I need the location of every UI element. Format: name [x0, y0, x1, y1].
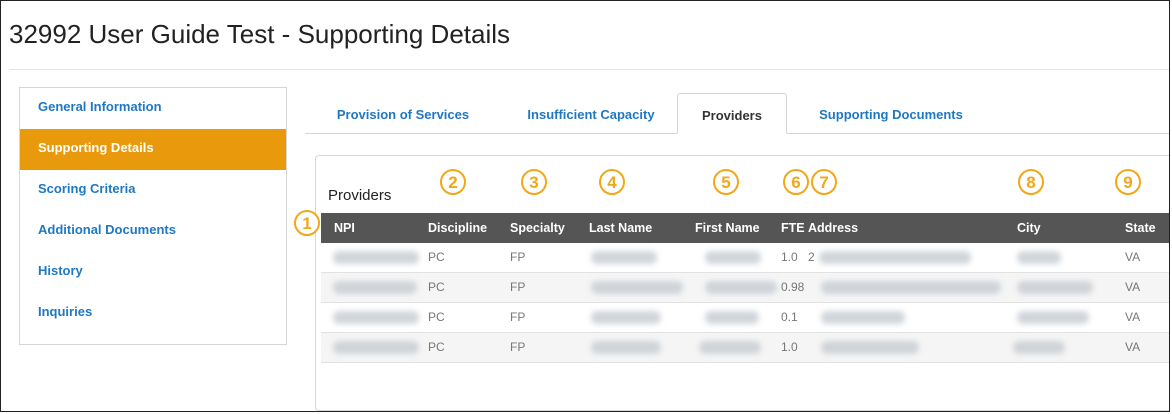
sidebar-item-additional-documents[interactable]: Additional Documents: [20, 211, 286, 252]
sidebar-item-general-information[interactable]: General Information: [20, 88, 286, 129]
callout-1: 1: [294, 210, 320, 236]
redacted-npi: [333, 311, 419, 324]
redacted-city: [1013, 341, 1065, 354]
guide-screenshot: 32992 User Guide Test - Supporting Detai…: [0, 0, 1170, 412]
column-header-fte[interactable]: FTE: [781, 213, 805, 243]
callout-7: 7: [811, 169, 837, 195]
tab-supporting-documents[interactable]: Supporting Documents: [797, 93, 985, 133]
callout-6: 6: [783, 169, 809, 195]
sidebar-item-history[interactable]: History: [20, 252, 286, 293]
cell-fte: 0.1: [781, 310, 798, 324]
table-row[interactable]: PC FP 0.98 VA: [321, 273, 1169, 303]
cell-discipline: PC: [428, 250, 445, 264]
redacted-address: [821, 311, 905, 324]
providers-table: NPI Discipline Specialty Last Name First…: [321, 213, 1169, 363]
tab-provision-of-services[interactable]: Provision of Services: [315, 93, 491, 133]
table-row[interactable]: PC FP 1.0 2 VA: [321, 243, 1169, 273]
cell-specialty: FP: [510, 280, 526, 294]
redacted-npi: [333, 281, 417, 294]
cell-discipline: PC: [428, 340, 445, 354]
callout-9: 9: [1115, 169, 1141, 195]
sidebar-item-supporting-details[interactable]: Supporting Details: [20, 129, 286, 170]
cell-fte: 1.0: [781, 340, 798, 354]
redacted-address: [821, 341, 919, 354]
tab-bar: Provision of Services Insufficient Capac…: [305, 93, 1169, 134]
redacted-city: [1017, 251, 1061, 264]
column-header-address[interactable]: Address: [808, 213, 858, 243]
cell-state: VA: [1125, 280, 1141, 294]
column-header-specialty[interactable]: Specialty: [510, 213, 565, 243]
redacted-first-name: [705, 311, 759, 324]
redacted-last-name: [591, 311, 661, 324]
cell-address-prefix: 2: [808, 250, 815, 264]
redacted-first-name: [705, 251, 761, 264]
providers-heading: Providers: [328, 187, 392, 204]
table-row[interactable]: PC FP 1.0 VA: [321, 333, 1169, 363]
redacted-first-name: [699, 341, 761, 354]
callout-8: 8: [1018, 169, 1044, 195]
tab-insufficient-capacity[interactable]: Insufficient Capacity: [511, 93, 671, 133]
page-title: 32992 User Guide Test - Supporting Detai…: [9, 19, 511, 49]
redacted-last-name: [591, 251, 657, 264]
column-header-city[interactable]: City: [1017, 213, 1041, 243]
cell-state: VA: [1125, 340, 1141, 354]
cell-discipline: PC: [428, 310, 445, 324]
sidebar-item-scoring-criteria[interactable]: Scoring Criteria: [20, 170, 286, 211]
title-divider: [9, 69, 1169, 70]
column-header-state[interactable]: State: [1125, 213, 1156, 243]
redacted-city: [1017, 311, 1089, 324]
callout-4: 4: [599, 169, 625, 195]
sidebar-nav: General Information Supporting Details S…: [19, 87, 287, 345]
callout-3: 3: [521, 169, 547, 195]
column-header-discipline[interactable]: Discipline: [428, 213, 487, 243]
column-header-first-name[interactable]: First Name: [695, 213, 760, 243]
cell-fte: 0.98: [781, 280, 805, 294]
cell-specialty: FP: [510, 250, 526, 264]
redacted-first-name: [705, 281, 777, 294]
cell-state: VA: [1125, 310, 1141, 324]
cell-discipline: PC: [428, 280, 445, 294]
redacted-npi: [333, 341, 419, 354]
cell-state: VA: [1125, 250, 1141, 264]
column-header-npi[interactable]: NPI: [334, 213, 355, 243]
redacted-last-name: [591, 281, 683, 294]
redacted-npi: [333, 251, 419, 264]
redacted-address: [819, 251, 971, 264]
column-header-last-name[interactable]: Last Name: [589, 213, 652, 243]
redacted-last-name: [591, 341, 661, 354]
tab-providers[interactable]: Providers: [677, 93, 787, 134]
table-header: NPI Discipline Specialty Last Name First…: [321, 213, 1169, 243]
redacted-city: [1017, 281, 1093, 294]
callout-2: 2: [440, 169, 466, 195]
callout-5: 5: [713, 169, 739, 195]
table-row[interactable]: PC FP 0.1 VA: [321, 303, 1169, 333]
sidebar-item-inquiries[interactable]: Inquiries: [20, 293, 286, 334]
redacted-address: [821, 281, 1001, 294]
cell-specialty: FP: [510, 310, 526, 324]
cell-specialty: FP: [510, 340, 526, 354]
cell-fte: 1.0: [781, 250, 798, 264]
